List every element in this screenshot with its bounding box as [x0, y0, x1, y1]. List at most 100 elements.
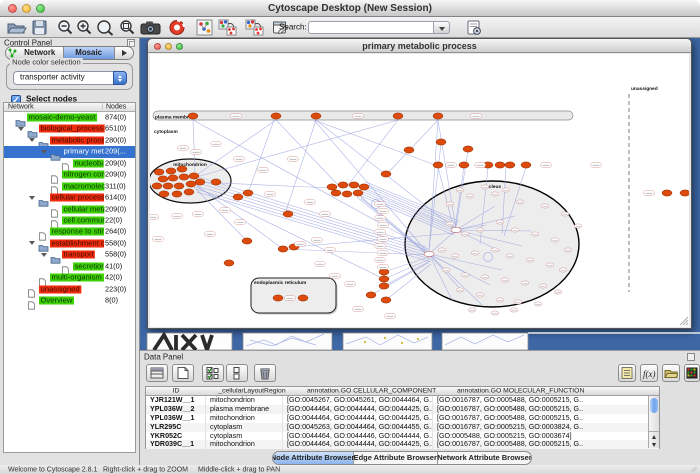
table-cell[interactable]: [GO:0016787, GO:0005488, GO:0005215, G..… — [433, 414, 583, 423]
node[interactable] — [349, 182, 359, 188]
search-input[interactable] — [308, 21, 434, 34]
table-cell[interactable]: mitochondrion — [206, 396, 283, 405]
table-row[interactable]: YPL036W__1mitochondrion[GO:0044464, GO:0… — [146, 414, 659, 423]
table-cell[interactable]: mitochondrion — [206, 414, 283, 423]
node[interactable] — [436, 139, 446, 145]
node[interactable] — [159, 191, 169, 197]
node[interactable] — [359, 184, 369, 190]
tab-edge-attribute-browser[interactable]: Edge Attribute Browser — [354, 452, 438, 464]
node[interactable] — [379, 269, 389, 275]
open-icon[interactable] — [5, 19, 27, 36]
node[interactable] — [273, 295, 283, 301]
zoom-in-icon[interactable] — [76, 19, 93, 36]
tab-node-attribute-browser[interactable]: Node Attribute Browser — [273, 452, 354, 464]
expand-triangle-icon[interactable] — [41, 150, 47, 154]
table-cell[interactable]: [GO:0045267, GO:0045261, GO:0044464, G..… — [283, 396, 433, 405]
node[interactable] — [327, 184, 337, 190]
table-cell[interactable]: YDR039C__1 — [146, 440, 206, 449]
node[interactable] — [433, 162, 443, 168]
node[interactable] — [163, 183, 173, 189]
network-canvas[interactable]: plasma membranecytoplasmmitochondrionnuc… — [150, 54, 689, 327]
tabs-overflow-arrow[interactable] — [115, 47, 133, 59]
table-cell[interactable]: [GO:0016787, GO:0005215, GO:0003824, G..… — [433, 423, 583, 432]
node[interactable] — [283, 211, 293, 217]
table-cell[interactable]: YLR295C — [146, 423, 206, 432]
node[interactable] — [459, 162, 469, 168]
node[interactable] — [381, 297, 391, 303]
node[interactable] — [393, 113, 403, 119]
table-cell[interactable]: [GO:0044464, GO:0044444, GO:0044425, G..… — [283, 440, 433, 449]
node[interactable] — [233, 194, 243, 200]
tree-row[interactable]: cellular process614(0) — [4, 192, 135, 203]
tree-row[interactable]: nitrogen compo209(0) — [4, 169, 135, 180]
tree-row[interactable]: biological_process651(0) — [4, 123, 135, 134]
network-overview-icon[interactable] — [196, 19, 213, 36]
table-cell[interactable]: [GO:0045263, GO:0044464, GO:0044455, G..… — [283, 423, 433, 432]
new-attribute-icon[interactable] — [172, 364, 194, 382]
zoom-selected-icon[interactable] — [119, 19, 136, 36]
table-cell[interactable]: YPL036W__1 — [146, 414, 206, 423]
node[interactable] — [311, 113, 321, 119]
node[interactable] — [331, 190, 341, 196]
tree-header[interactable]: Network Nodes — [4, 103, 135, 112]
save-icon[interactable] — [31, 19, 49, 36]
table-cell[interactable]: cytoplasm — [206, 432, 283, 441]
table-cell[interactable]: YKR052C — [146, 432, 206, 441]
node[interactable] — [366, 292, 376, 298]
table-cell[interactable]: cytoplasm — [206, 423, 283, 432]
node[interactable] — [381, 171, 391, 177]
tree-row[interactable]: primary metabo209(... — [4, 146, 135, 157]
tree-row[interactable]: cellular metabo209(0) — [4, 204, 135, 215]
table-row[interactable]: YKR052Ccytoplasm[GO:0044464, GO:0044446,… — [146, 432, 659, 441]
search-dropdown-icon[interactable] — [434, 21, 450, 34]
tree-row[interactable]: multi-organism pro42(0) — [4, 272, 135, 283]
node[interactable] — [433, 113, 443, 119]
tree-row[interactable]: cell communicat22(0) — [4, 215, 135, 226]
table-cell[interactable]: [GO:0016787, GO:0005488, GO:0005215, G..… — [433, 396, 583, 405]
table-cell[interactable]: [GO:0005488, GO:0005215, GO:0003674] — [433, 432, 583, 441]
delete-attribute-icon[interactable] — [254, 364, 276, 382]
data-panel-float-icon[interactable] — [687, 353, 695, 361]
node[interactable] — [278, 246, 288, 252]
tree-row[interactable]: unassigned223(0) — [4, 284, 135, 295]
expand-triangle-icon[interactable] — [41, 253, 47, 257]
node[interactable] — [174, 183, 184, 189]
table-cell[interactable]: YJR121W__1 — [146, 396, 206, 405]
tree-row[interactable]: nucleobase-209(0) — [4, 158, 135, 169]
edge[interactable] — [248, 120, 274, 193]
table-cell[interactable]: [GO:0016787, GO:0005488, GO:0005215, G..… — [433, 405, 583, 414]
attribute-table-header[interactable]: ID _cellularLayoutRegion annotation.GO C… — [146, 387, 659, 396]
node[interactable] — [179, 174, 189, 180]
node[interactable] — [404, 147, 414, 153]
node[interactable] — [242, 238, 252, 244]
node[interactable] — [158, 176, 168, 182]
node[interactable] — [495, 162, 505, 168]
node[interactable] — [680, 190, 689, 196]
attribute-select-icon[interactable] — [146, 364, 168, 382]
resize-grip[interactable] — [691, 466, 697, 472]
expand-triangle-icon[interactable] — [18, 127, 24, 131]
node[interactable] — [152, 183, 162, 189]
node[interactable] — [298, 295, 308, 301]
formula-icon[interactable]: f(x) — [640, 364, 658, 382]
expand-triangle-icon[interactable] — [29, 138, 35, 142]
tree-row[interactable]: transport558(0) — [4, 249, 135, 260]
node[interactable] — [353, 190, 363, 196]
node[interactable] — [463, 146, 473, 152]
edge[interactable] — [314, 120, 438, 166]
hub-node[interactable] — [451, 227, 461, 232]
table-cell[interactable]: [GO:0044464, GO:0044444, GO:0044425, G..… — [283, 405, 433, 414]
hub-node[interactable] — [424, 251, 434, 256]
node[interactable] — [186, 181, 196, 187]
node[interactable] — [271, 113, 281, 119]
node[interactable] — [189, 173, 199, 179]
node[interactable] — [166, 168, 176, 174]
table-scrollbar[interactable] — [648, 396, 659, 448]
edge[interactable] — [196, 187, 384, 279]
zoom-out-icon[interactable] — [57, 19, 74, 36]
tree-row[interactable]: mosaic-demo-yeast874(0) — [4, 112, 135, 123]
color-attribute-dropdown[interactable]: transporter activity — [13, 71, 127, 85]
unselect-all-attributes-icon[interactable] — [226, 364, 248, 382]
heatmap-icon[interactable] — [684, 364, 700, 382]
table-cell[interactable]: YPL036W__2 — [146, 405, 206, 414]
